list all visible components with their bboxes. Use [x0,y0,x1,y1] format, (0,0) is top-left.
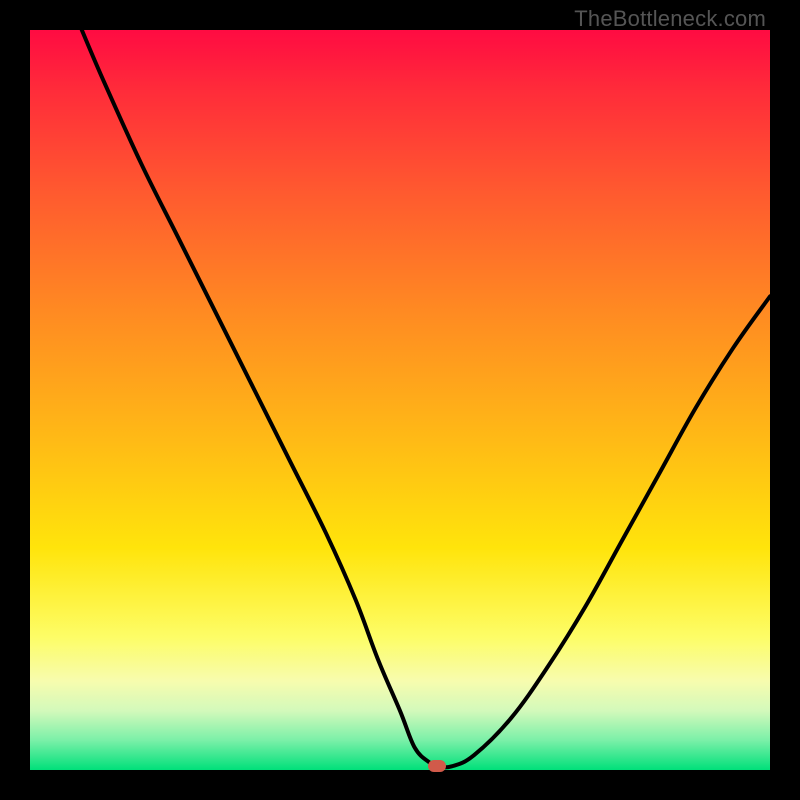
watermark-text: TheBottleneck.com [574,6,766,32]
optimal-point-marker [428,760,446,772]
bottleneck-curve [30,30,770,770]
chart-frame: TheBottleneck.com [0,0,800,800]
plot-area [30,30,770,770]
